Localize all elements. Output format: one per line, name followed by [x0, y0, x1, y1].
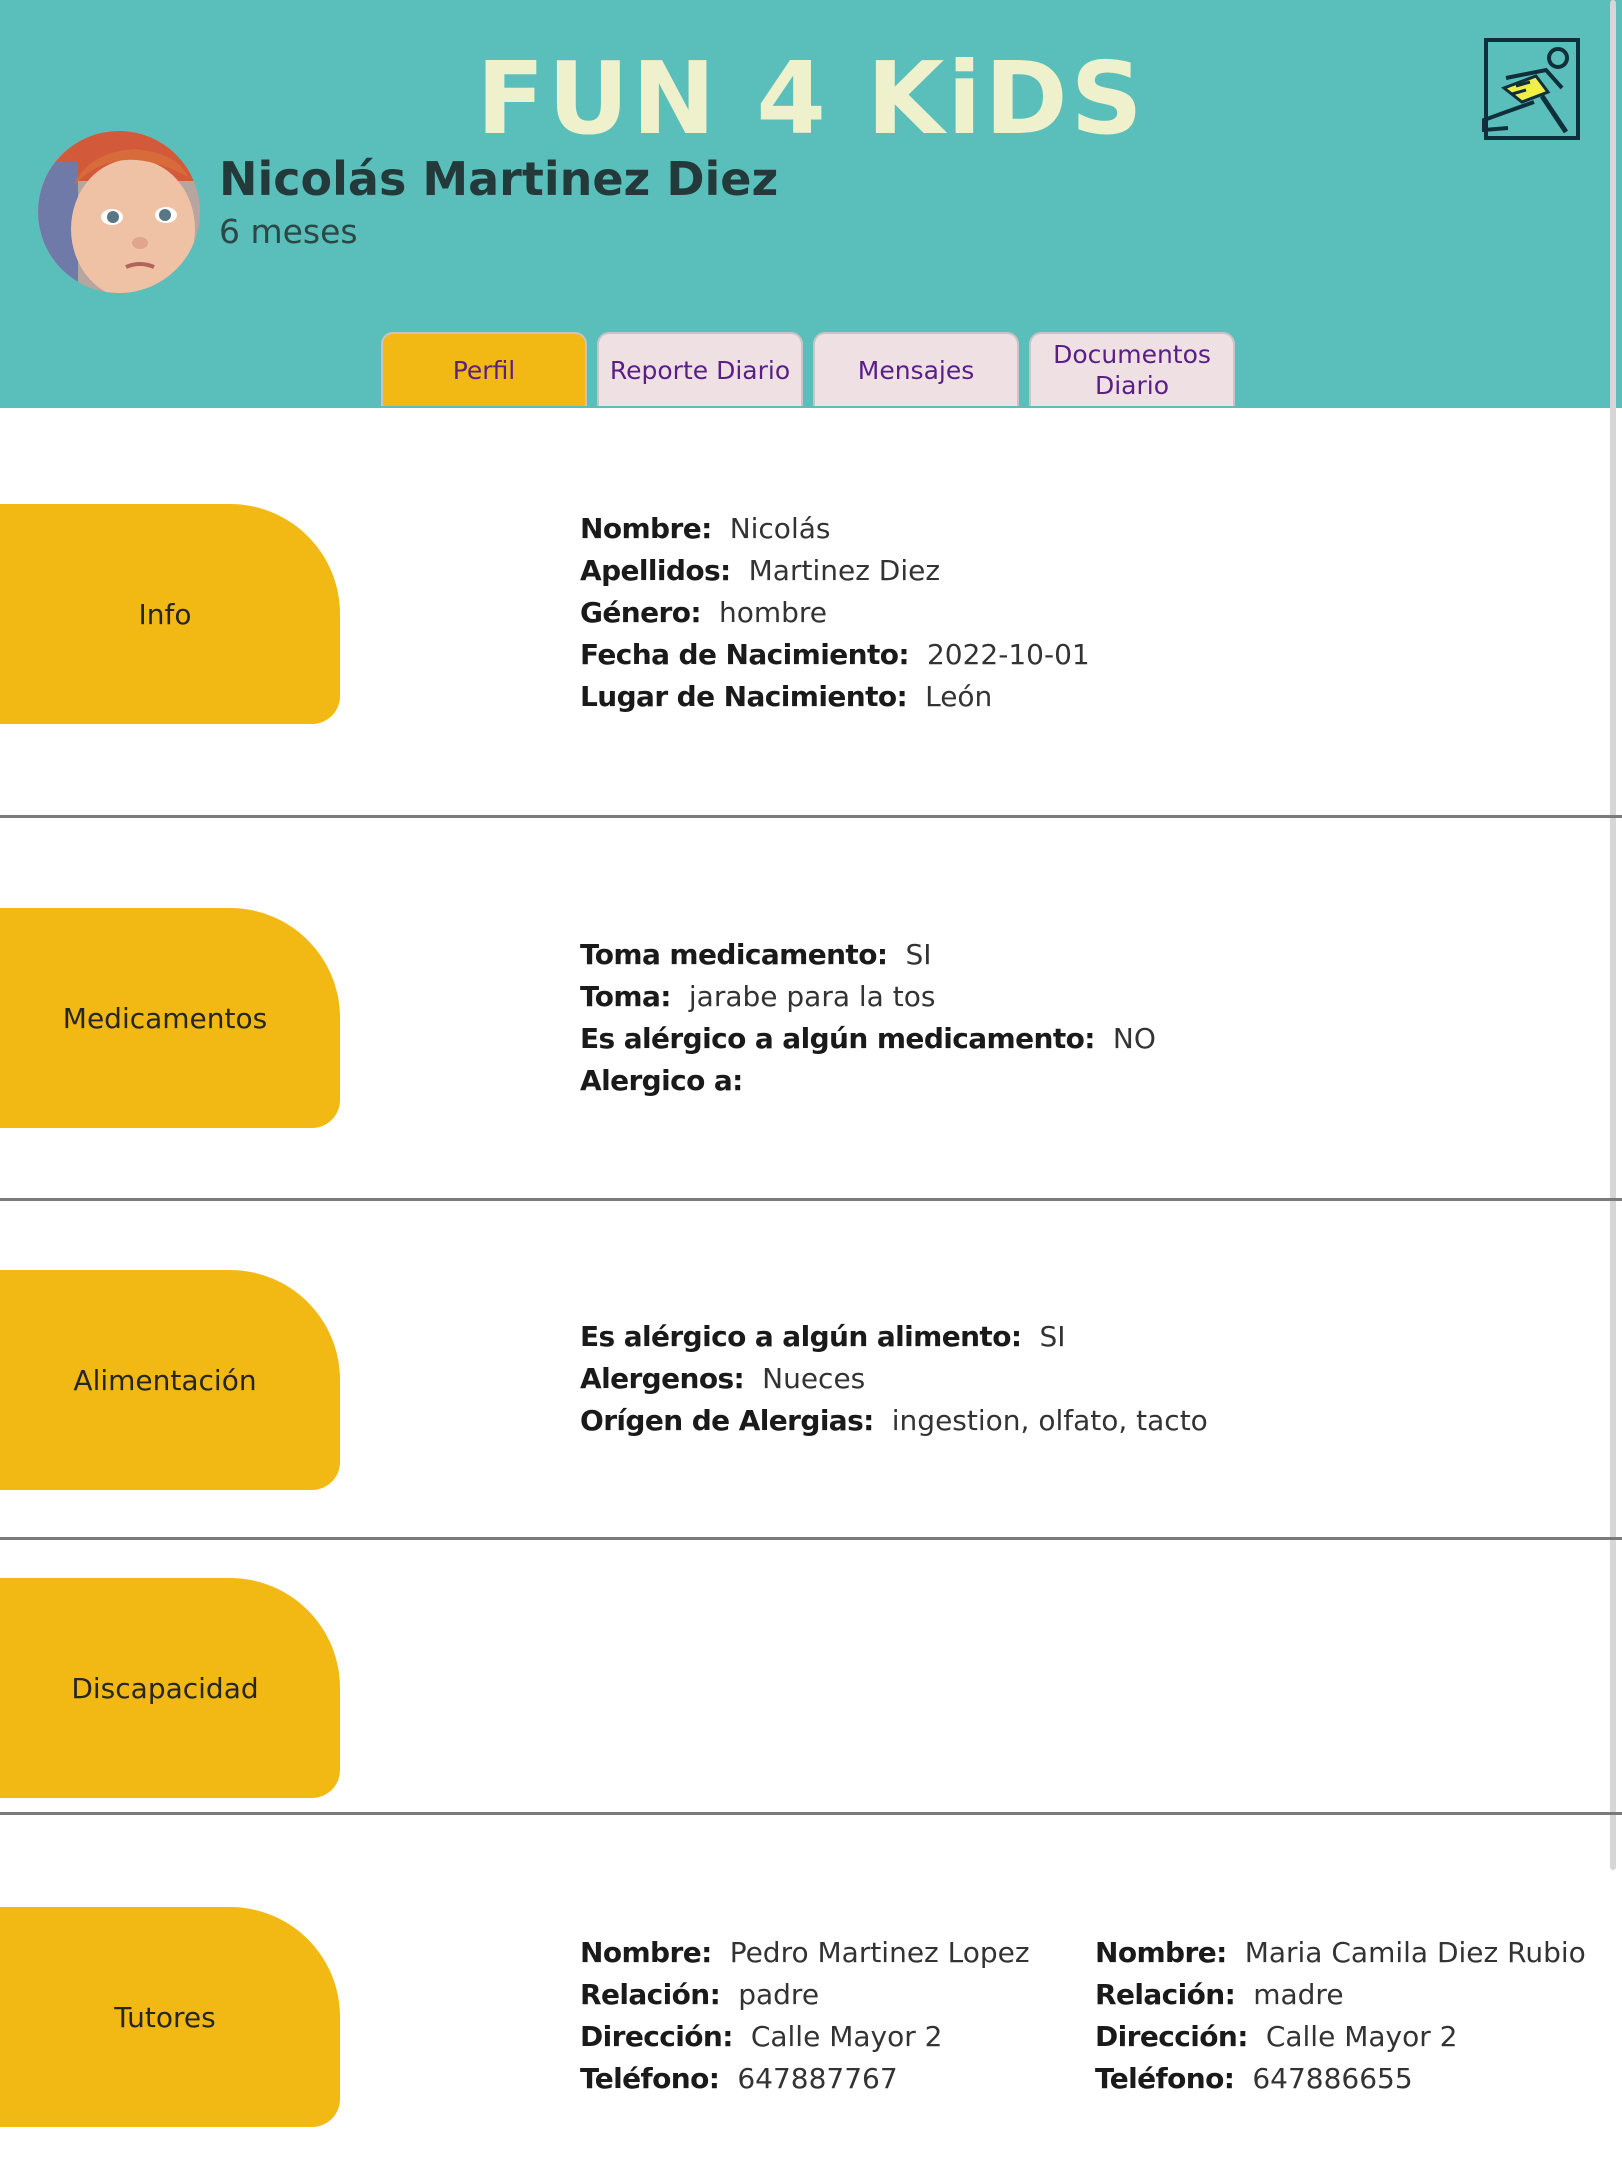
field-label: Relación: — [1095, 1978, 1236, 2011]
tab-perfil[interactable]: Perfil — [381, 332, 587, 406]
section-label-tutores: Tutores — [0, 1907, 340, 2127]
field-row: Género: hombre — [580, 592, 1090, 634]
field-label: Teléfono: — [580, 2062, 720, 2095]
field-label: Dirección: — [1095, 2020, 1248, 2053]
field-label: Alergenos: — [580, 1362, 745, 1395]
field-row: Toma medicamento: SI — [580, 934, 1156, 976]
section-divider — [0, 1537, 1622, 1540]
field-label: Lugar de Nacimiento: — [580, 680, 908, 713]
tutor-2-fields: Nombre: Maria Camila Diez Rubio Relación:… — [1095, 1932, 1586, 2100]
field-value: Martinez Diez — [748, 554, 941, 587]
field-row: Nombre: Nicolás — [580, 508, 1090, 550]
field-label: Género: — [580, 596, 702, 629]
app-title: FUN 4 KiDS — [476, 40, 1146, 157]
field-label: Fecha de Nacimiento: — [580, 638, 910, 671]
field-value: 2022-10-01 — [926, 638, 1090, 671]
field-row: Orígen de Alergias: ingestion, olfato, ta… — [580, 1400, 1208, 1442]
field-value: SI — [1039, 1320, 1066, 1353]
field-value: NO — [1112, 1022, 1156, 1055]
section-divider — [0, 1812, 1622, 1815]
field-label: Orígen de Alergias: — [580, 1404, 874, 1437]
field-label: Apellidos: — [580, 554, 731, 587]
avatar — [38, 131, 200, 293]
child-photo — [38, 131, 200, 293]
field-value: León — [925, 680, 993, 713]
field-row: Dirección: Calle Mayor 2 — [580, 2016, 1030, 2058]
field-label: Relación: — [580, 1978, 721, 2011]
field-row: Toma: jarabe para la tos — [580, 976, 1156, 1018]
field-row: Es alérgico a algún alimento: SI — [580, 1316, 1208, 1358]
section-label-alimentacion: Alimentación — [0, 1270, 340, 1490]
alimentacion-fields: Es alérgico a algún alimento: SI Alergeno… — [580, 1316, 1208, 1442]
field-value: Nicolás — [729, 512, 831, 545]
section-divider — [0, 815, 1622, 818]
field-value: SI — [905, 938, 932, 971]
field-row: Alergico a: — [580, 1060, 1156, 1102]
field-row: Relación: padre — [580, 1974, 1030, 2016]
field-label: Alergico a: — [580, 1064, 743, 1097]
section-label-info: Info — [0, 504, 340, 724]
field-row: Lugar de Nacimiento: León — [580, 676, 1090, 718]
field-row: Nombre: Maria Camila Diez Rubio — [1095, 1932, 1586, 1974]
field-value: madre — [1253, 1978, 1344, 2011]
field-value: Maria Camila Diez Rubio — [1244, 1936, 1586, 1969]
tab-documentos-diario[interactable]: Documentos Diario — [1029, 332, 1235, 406]
field-value: Nueces — [762, 1362, 866, 1395]
field-row: Apellidos: Martinez Diez — [580, 550, 1090, 592]
info-fields: Nombre: Nicolás Apellidos: Martinez Diez G… — [580, 508, 1090, 718]
field-value: padre — [738, 1978, 820, 2011]
field-value: Calle Mayor 2 — [1265, 2020, 1458, 2053]
field-row: Es alérgico a algún medicamento: NO — [580, 1018, 1156, 1060]
field-row: Nombre: Pedro Martinez Lopez — [580, 1932, 1030, 1974]
field-label: Teléfono: — [1095, 2062, 1235, 2095]
field-value: hombre — [718, 596, 828, 629]
field-label: Nombre: — [580, 512, 712, 545]
field-row: Dirección: Calle Mayor 2 — [1095, 2016, 1586, 2058]
field-value: Pedro Martinez Lopez — [729, 1936, 1030, 1969]
section-label-medicamentos: Medicamentos — [0, 908, 340, 1128]
tutor-1-fields: Nombre: Pedro Martinez Lopez Relación: pad… — [580, 1932, 1030, 2100]
section-label-discapacidad: Discapacidad — [0, 1578, 340, 1798]
running-person-icon[interactable] — [1476, 36, 1582, 144]
section-divider — [0, 1198, 1622, 1201]
tab-reporte-diario[interactable]: Reporte Diario — [597, 332, 803, 406]
child-age: 6 meses — [219, 212, 358, 251]
field-row: Alergenos: Nueces — [580, 1358, 1208, 1400]
field-value: ingestion, olfato, tacto — [891, 1404, 1208, 1437]
field-label: Toma medicamento: — [580, 938, 888, 971]
field-row: Relación: madre — [1095, 1974, 1586, 2016]
field-label: Nombre: — [1095, 1936, 1227, 1969]
field-row: Fecha de Nacimiento: 2022-10-01 — [580, 634, 1090, 676]
field-value: Calle Mayor 2 — [750, 2020, 943, 2053]
field-label: Es alérgico a algún alimento: — [580, 1320, 1022, 1353]
field-label: Toma: — [580, 980, 671, 1013]
field-value: 647886655 — [1252, 2062, 1413, 2095]
field-label: Nombre: — [580, 1936, 712, 1969]
scrollbar[interactable] — [1610, 0, 1616, 1870]
field-value: jarabe para la tos — [688, 980, 936, 1013]
medicamentos-fields: Toma medicamento: SI Toma: jarabe para la … — [580, 934, 1156, 1102]
field-row: Teléfono: 647887767 — [580, 2058, 1030, 2100]
field-label: Es alérgico a algún medicamento: — [580, 1022, 1095, 1055]
field-label: Dirección: — [580, 2020, 733, 2053]
field-value: 647887767 — [737, 2062, 898, 2095]
child-name: Nicolás Martinez Diez — [219, 152, 779, 206]
tab-mensajes[interactable]: Mensajes — [813, 332, 1019, 406]
header-banner: FUN 4 KiDS Nicolás Martinez Diez 6 meses… — [0, 0, 1622, 408]
field-row: Teléfono: 647886655 — [1095, 2058, 1586, 2100]
